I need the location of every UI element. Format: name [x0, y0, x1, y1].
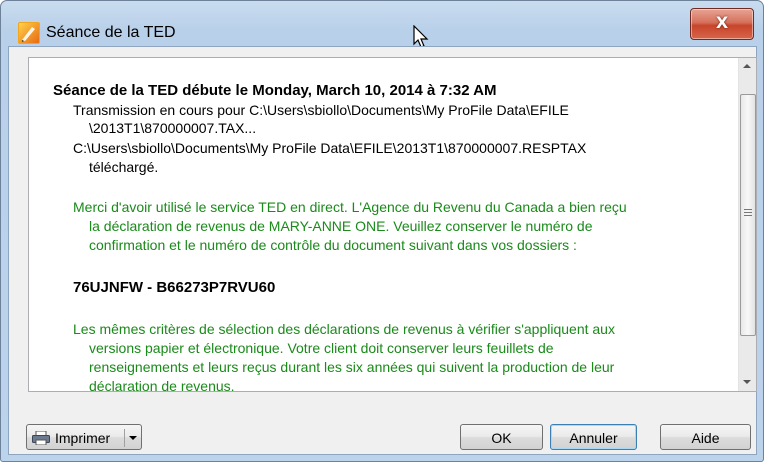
window-title: Séance de la TED — [46, 24, 176, 41]
scroll-up-button[interactable] — [739, 58, 756, 75]
criteria-line: déclaration de revenus. — [89, 378, 235, 391]
chevron-down-icon[interactable] — [129, 436, 137, 440]
cancel-button[interactable]: Annuler — [550, 424, 637, 450]
close-button[interactable]: X — [690, 8, 754, 40]
log-line: Transmission en cours pour C:\Users\sbio… — [73, 102, 569, 118]
grip-line — [744, 212, 752, 213]
print-split-button[interactable]: Imprimer — [26, 424, 142, 450]
vertical-scrollbar[interactable] — [738, 58, 756, 391]
print-label: Imprimer — [55, 430, 111, 446]
thanks-line: la déclaration de revenus de MARY-ANNE O… — [89, 218, 593, 234]
title-bar[interactable]: Séance de la TED X — [1, 1, 763, 48]
log-content: Séance de la TED débute le Monday, March… — [29, 58, 735, 391]
scroll-down-button[interactable] — [739, 374, 756, 391]
log-line: C:\Users\sbiollo\Documents\My ProFile Da… — [73, 140, 587, 156]
thanks-line: confirmation et le numéro de contrôle du… — [89, 237, 577, 253]
criteria-line: renseignements et leurs reçus durant les… — [89, 359, 615, 375]
arrow-up-icon — [743, 64, 751, 68]
dialog-body: Séance de la TED débute le Monday, March… — [8, 46, 757, 455]
scroll-thumb[interactable] — [740, 94, 756, 336]
criteria-line: versions papier et électronique. Votre c… — [89, 340, 554, 356]
session-header: Séance de la TED débute le Monday, March… — [53, 82, 497, 99]
grip-line — [744, 215, 752, 216]
help-button[interactable]: Aide — [660, 424, 751, 450]
confirmation-number: 76UJNFW - B66273P7RVU60 — [73, 279, 276, 296]
close-icon: X — [715, 13, 729, 32]
log-line: \2013T1\870000007.TAX... — [89, 120, 257, 136]
ok-button[interactable]: OK — [460, 424, 543, 450]
log-line: téléchargé. — [89, 159, 159, 175]
log-text-area[interactable]: Séance de la TED débute le Monday, March… — [28, 57, 757, 392]
dialog-window: Séance de la TED X Séance de la TED débu… — [0, 0, 764, 462]
arrow-down-icon — [743, 380, 751, 384]
app-icon — [18, 22, 40, 44]
criteria-line: Les mêmes critères de sélection des décl… — [73, 321, 615, 337]
printer-icon — [32, 431, 50, 445]
grip-line — [744, 209, 752, 210]
split-divider — [124, 429, 125, 447]
thanks-line: Merci d'avoir utilisé le service TED en … — [73, 199, 627, 215]
